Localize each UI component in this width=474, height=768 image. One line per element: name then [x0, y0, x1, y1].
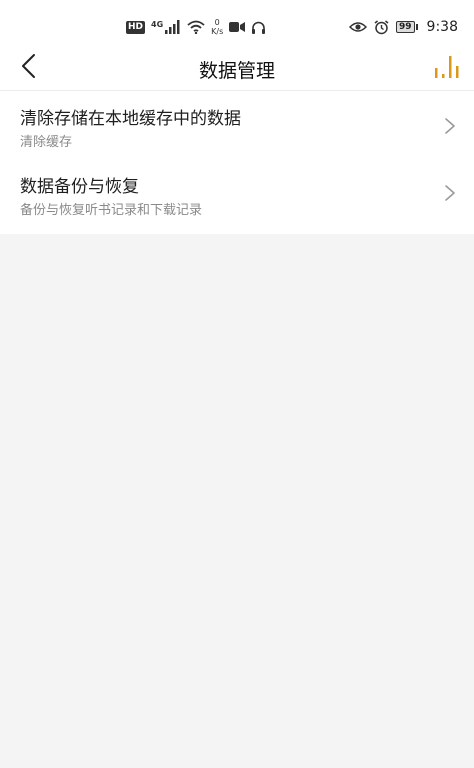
net-speed-value: 0 — [214, 18, 220, 27]
net-speed: 0 K/s — [211, 18, 223, 36]
status-bar-left: HD 4G 0 K/s — [126, 16, 266, 38]
signal-bars-icon — [165, 20, 180, 34]
chevron-right-icon — [445, 118, 455, 134]
now-playing-button[interactable] — [432, 52, 464, 80]
status-bar-right: 99 9:38 — [349, 16, 458, 38]
chevron-right-icon — [445, 185, 455, 201]
wifi-icon — [187, 20, 205, 34]
audio-bars-icon — [435, 56, 459, 78]
battery-level: 99 — [396, 21, 415, 33]
battery-tip — [415, 24, 418, 30]
cellular-signal-icon: 4G — [151, 20, 181, 34]
alarm-clock-icon — [374, 19, 389, 34]
net-speed-unit: K/s — [211, 27, 224, 36]
clear-cache-title: 清除存储在本地缓存中的数据 — [20, 109, 241, 129]
backup-restore-title: 数据备份与恢复 — [20, 177, 139, 197]
signal-type-label: 4G — [151, 20, 164, 29]
backup-restore-item[interactable]: 数据备份与恢复 备份与恢复听书记录和下载记录 — [0, 162, 474, 233]
header-bar: 数据管理 — [0, 50, 474, 90]
video-camera-icon — [229, 22, 246, 32]
status-bar: HD 4G 0 K/s 99 9:38 — [0, 0, 474, 50]
eye-comfort-icon — [349, 22, 368, 32]
headphones-icon — [252, 21, 266, 34]
battery-icon: 99 — [396, 21, 418, 33]
settings-list: 清除存储在本地缓存中的数据 清除缓存 数据备份与恢复 备份与恢复听书记录和下载记… — [0, 90, 474, 234]
backup-restore-subtitle: 备份与恢复听书记录和下载记录 — [20, 203, 203, 218]
clear-cache-item[interactable]: 清除存储在本地缓存中的数据 清除缓存 — [0, 91, 474, 162]
status-time: 9:38 — [426, 19, 458, 35]
clear-cache-subtitle: 清除缓存 — [20, 135, 73, 150]
page-title: 数据管理 — [198, 60, 275, 82]
hd-badge: HD — [126, 20, 146, 34]
